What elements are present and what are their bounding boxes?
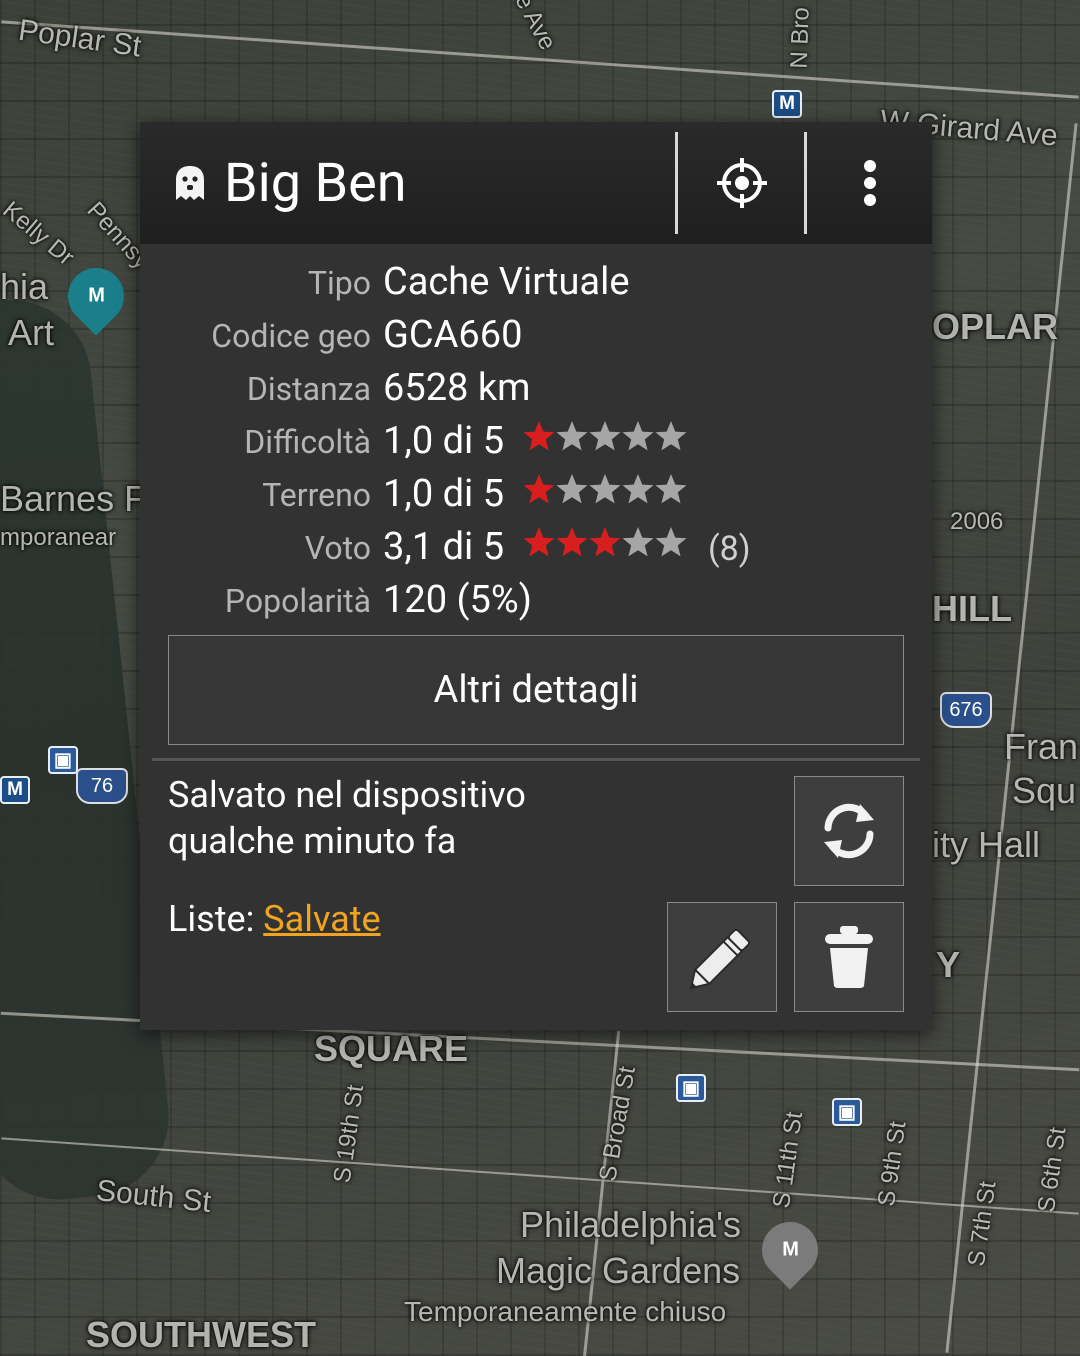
map-label-barnes-2: mporanear bbox=[0, 524, 117, 551]
map-label-n-broad: N Bro bbox=[785, 6, 815, 70]
map-label-poplar: OPLAR bbox=[932, 306, 1058, 347]
detail-row-type: Tipo Cache Virtuale bbox=[140, 260, 932, 310]
map-label-square: SQUARE bbox=[314, 1028, 469, 1069]
map-label-southwest: SOUTHWEST bbox=[86, 1314, 316, 1355]
detail-row-distance: Distanza 6528 km bbox=[140, 366, 932, 416]
map-label-museum-1: hia bbox=[0, 266, 49, 307]
map-label-franklin-2: Squ bbox=[1012, 770, 1077, 811]
bus-station-icon[interactable]: ▣ bbox=[48, 746, 78, 774]
star-empty-icon bbox=[556, 474, 588, 504]
lists-row: Liste: Salvate bbox=[168, 898, 381, 940]
pencil-icon bbox=[689, 928, 751, 990]
map-label-y: Y bbox=[936, 944, 961, 985]
trash-icon bbox=[825, 926, 873, 988]
star-empty-icon bbox=[655, 421, 687, 451]
map-label-south-st: South St bbox=[94, 1174, 213, 1219]
detail-value: 120 (5%) bbox=[383, 578, 532, 622]
metro-station-icon[interactable]: M bbox=[0, 776, 30, 804]
popup-titlebar: Big Ben bbox=[140, 122, 932, 244]
map-label-kelly-dr: Kelly Dr bbox=[0, 196, 80, 271]
star-empty-icon bbox=[556, 421, 588, 451]
star-empty-icon bbox=[655, 474, 687, 504]
detail-row-popularity: Popolarità 120 (5%) bbox=[140, 578, 932, 628]
rating-stars bbox=[522, 525, 687, 565]
detail-key: Voto bbox=[304, 529, 371, 567]
map-label-s-broad: S Broad St bbox=[594, 1064, 641, 1184]
saved-status-line-1: Salvato nel dispositivo bbox=[168, 774, 526, 816]
detail-value: 6528 km bbox=[383, 366, 531, 410]
terrain-stars bbox=[522, 472, 687, 512]
map-label-poplar-st: Poplar St bbox=[16, 13, 144, 64]
delete-button[interactable] bbox=[794, 902, 904, 1012]
navigate-target-button[interactable] bbox=[680, 132, 804, 234]
star-empty-icon bbox=[622, 421, 654, 451]
titlebar-separator bbox=[675, 132, 678, 234]
rating-votes-count: (8) bbox=[708, 529, 751, 569]
detail-value: GCA660 bbox=[383, 313, 523, 357]
star-empty-icon bbox=[589, 474, 621, 504]
star-filled-icon bbox=[523, 527, 555, 557]
star-empty-icon bbox=[589, 421, 621, 451]
bus-station-icon[interactable]: ▣ bbox=[676, 1074, 706, 1102]
titlebar-separator bbox=[804, 132, 807, 234]
map-label-franklin-1: Fran bbox=[1004, 726, 1079, 767]
detail-key: Popolarità bbox=[224, 582, 371, 620]
bus-station-icon[interactable]: ▣ bbox=[832, 1098, 862, 1126]
detail-key: Distanza bbox=[246, 370, 371, 408]
highway-676-shield: 676 bbox=[940, 692, 992, 728]
detail-row-rating: Voto 3,1 di 5 (8) bbox=[140, 525, 932, 575]
detail-key: Codice geo bbox=[211, 317, 371, 355]
lists-link-saved[interactable]: Salvate bbox=[263, 898, 380, 940]
map-label-city-hall: ity Hall bbox=[932, 824, 1041, 865]
detail-value: 1,0 di 5 bbox=[383, 419, 505, 463]
star-filled-icon bbox=[523, 421, 555, 451]
more-vertical-icon bbox=[864, 160, 876, 206]
cache-title: Big Ben bbox=[224, 152, 407, 215]
map-label-s-7th: S 7th St bbox=[962, 1179, 1002, 1269]
star-empty-icon bbox=[622, 474, 654, 504]
more-details-button[interactable]: Altri dettagli bbox=[168, 635, 904, 745]
lists-prefix: Liste: bbox=[168, 898, 264, 940]
map-label-s-9th: S 9th St bbox=[872, 1119, 912, 1209]
museum-pin-icon[interactable]: M bbox=[750, 1210, 830, 1290]
detail-value: Cache Virtuale bbox=[383, 260, 630, 304]
map-label-magic-gardens-2: Magic Gardens bbox=[496, 1250, 741, 1291]
map-label-museum-2: Art bbox=[8, 312, 55, 353]
saved-status-line-2: qualche minuto fa bbox=[168, 820, 457, 862]
edit-button[interactable] bbox=[667, 902, 777, 1012]
detail-row-terrain: Terreno 1,0 di 5 bbox=[140, 472, 932, 522]
map-label-magic-gardens-3: Temporaneamente chiuso bbox=[404, 1296, 727, 1327]
star-filled-icon bbox=[556, 527, 588, 557]
detail-key: Tipo bbox=[307, 264, 371, 302]
detail-value: 3,1 di 5 bbox=[383, 525, 505, 569]
metro-station-icon[interactable]: M bbox=[772, 90, 802, 118]
map-label-magic-gardens-1: Philadelphia's bbox=[520, 1204, 742, 1245]
section-divider bbox=[152, 758, 920, 761]
detail-key: Difficoltà bbox=[244, 423, 371, 461]
map-label-hill: HILL bbox=[932, 588, 1012, 629]
refresh-icon bbox=[824, 803, 874, 859]
detail-value: 1,0 di 5 bbox=[383, 472, 505, 516]
saved-status: Salvato nel dispositivo qualche minuto f… bbox=[168, 772, 768, 864]
map-label-ave: e Ave bbox=[509, 0, 562, 55]
highway-76-shield: 76 bbox=[76, 768, 128, 804]
map-label-2006: 2006 bbox=[950, 508, 1004, 535]
cache-popup: Big Ben Tipo Cache Virtuale Codice geo G… bbox=[140, 122, 932, 1030]
crosshair-target-icon bbox=[717, 158, 767, 208]
detail-row-geocode: Codice geo GCA660 bbox=[140, 313, 932, 363]
detail-row-difficulty: Difficoltà 1,0 di 5 bbox=[140, 419, 932, 469]
virtual-cache-ghost-icon bbox=[176, 166, 204, 200]
star-filled-icon bbox=[523, 474, 555, 504]
map-label-barnes-1: Barnes F bbox=[0, 478, 147, 519]
difficulty-stars bbox=[522, 419, 687, 459]
star-empty-icon bbox=[622, 527, 654, 557]
star-filled-icon bbox=[589, 527, 621, 557]
detail-key: Terreno bbox=[262, 476, 371, 514]
map-label-s-19th: S 19th St bbox=[328, 1083, 370, 1185]
star-empty-icon bbox=[655, 527, 687, 557]
refresh-button[interactable] bbox=[794, 776, 904, 886]
map-label-s-6th: S 6th St bbox=[1032, 1125, 1072, 1215]
overflow-menu-button[interactable] bbox=[808, 132, 932, 234]
